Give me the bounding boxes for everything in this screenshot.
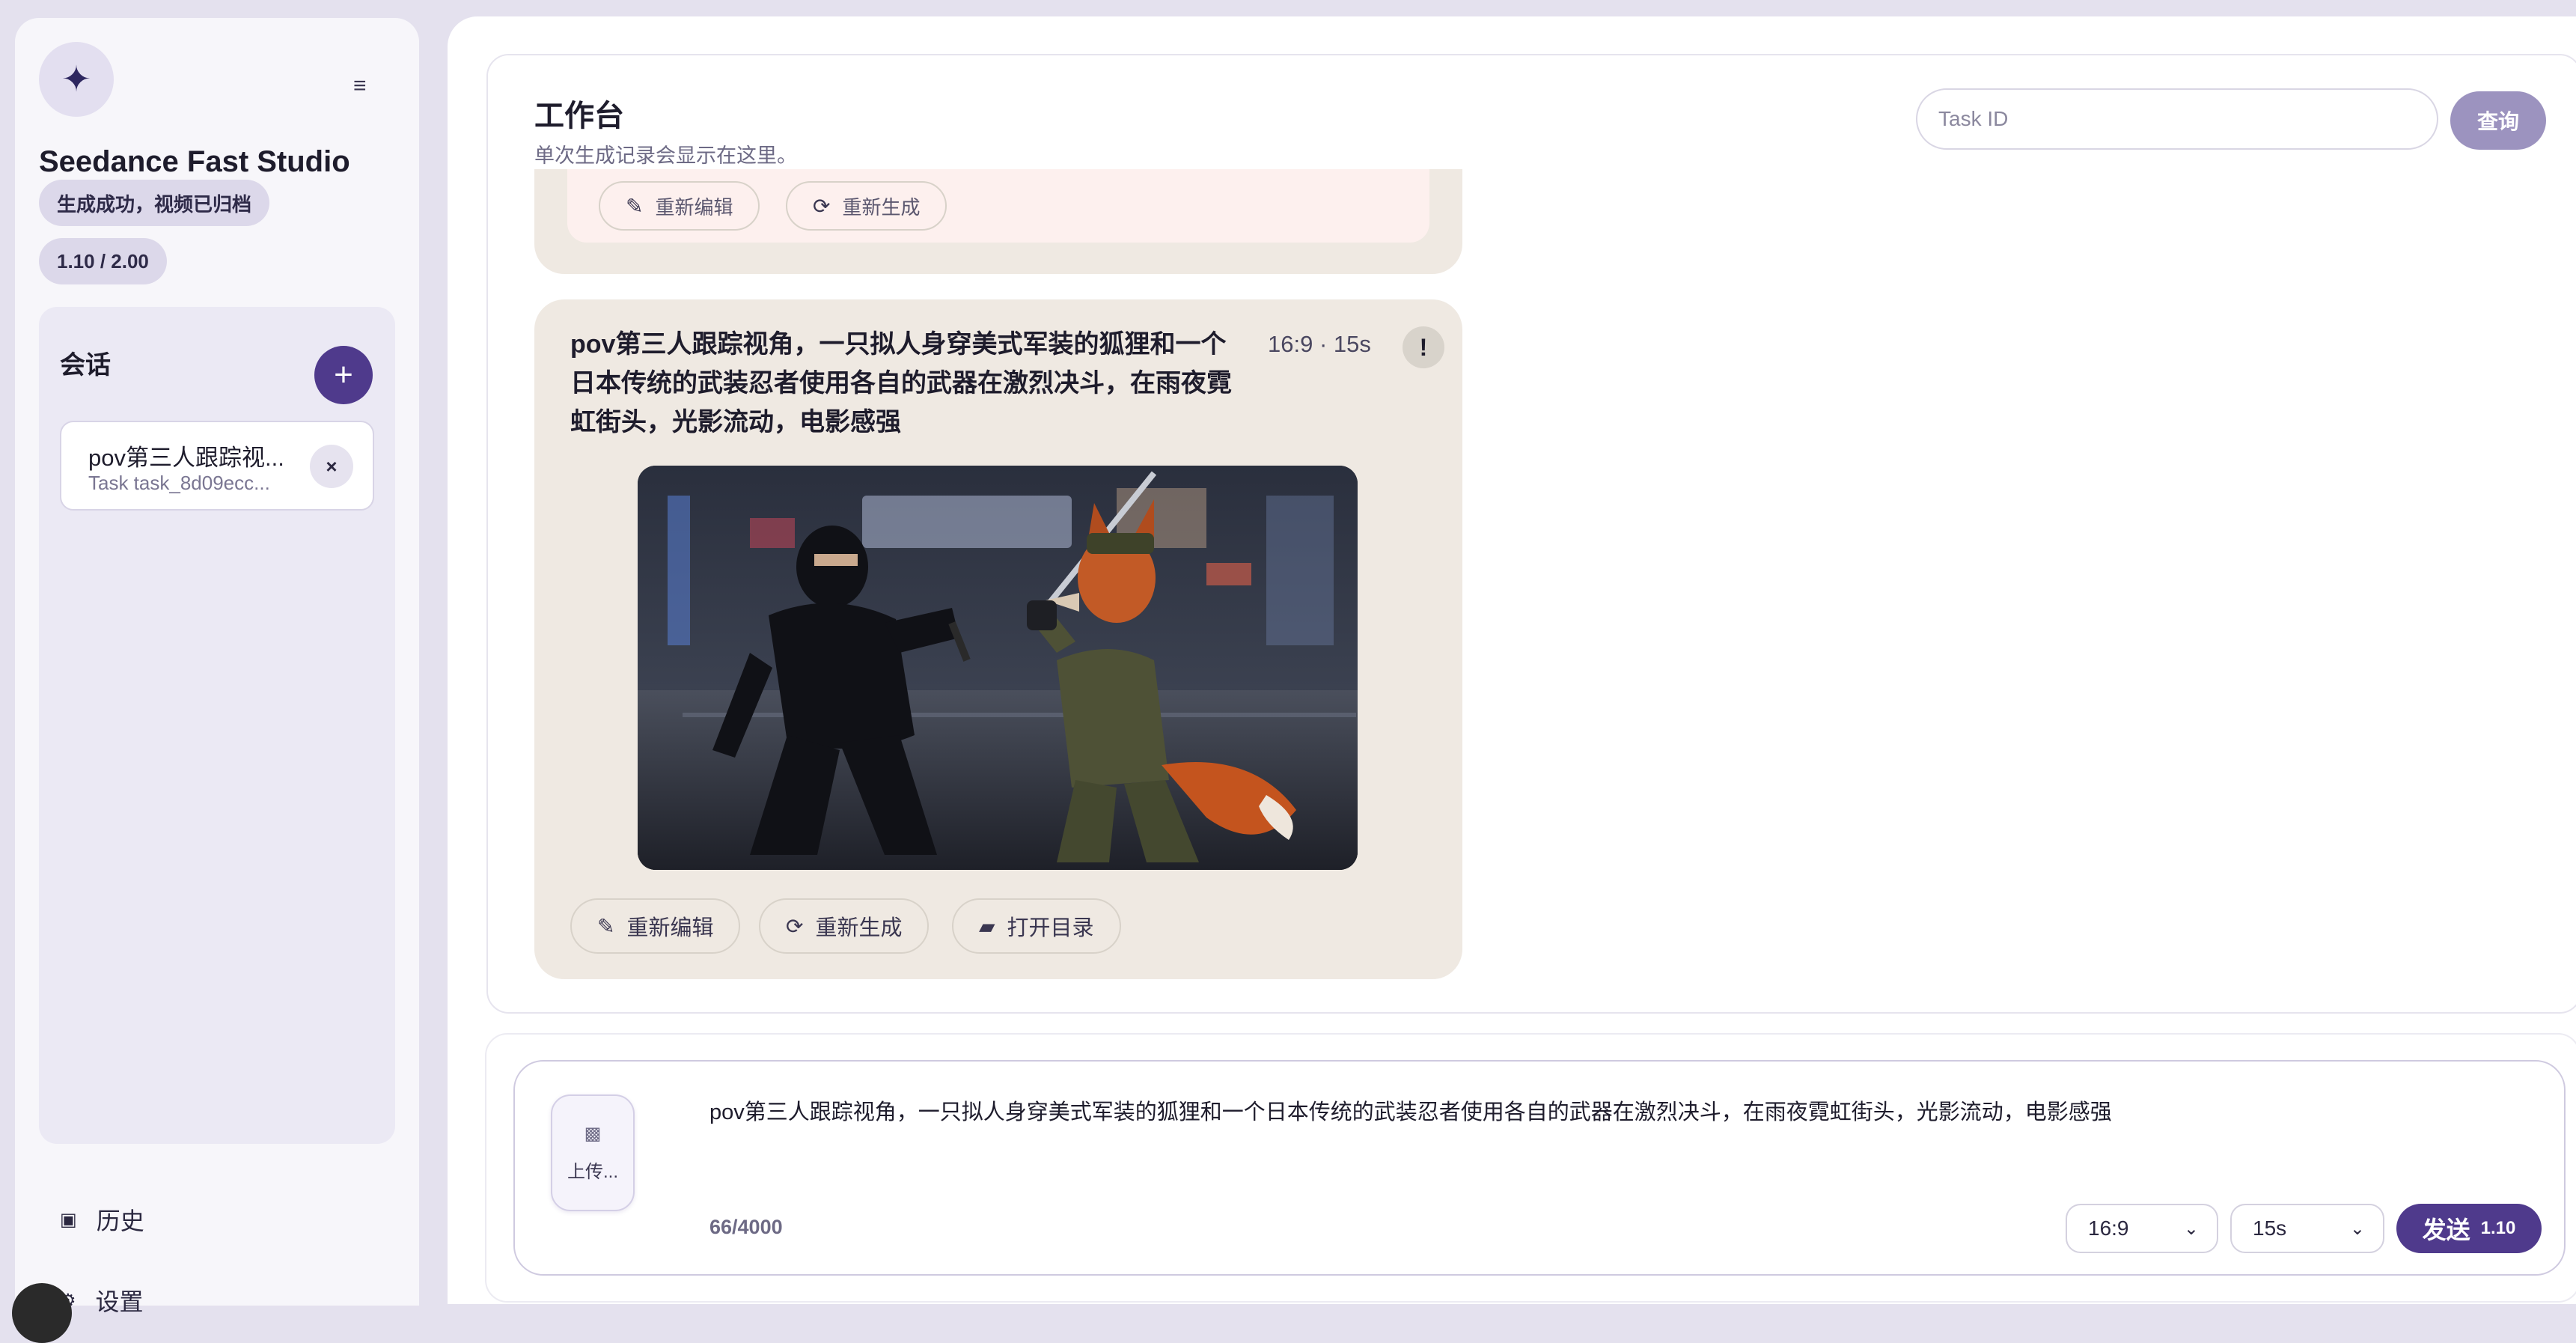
session-item-task-id: Task task_8d09ecc... [88, 472, 270, 494]
aspect-ratio-value: 16:9 [2088, 1216, 2129, 1240]
session-item-title: pov第三人跟踪视... [88, 445, 284, 471]
pencil-icon: ✎ [626, 194, 644, 218]
prompt-textarea[interactable]: pov第三人跟踪视角，一只拟人身穿美式军装的狐狸和一个日本传统的武装忍者使用各自… [709, 1097, 2506, 1127]
chevron-down-icon: ⌄ [2183, 1218, 2199, 1239]
duration-value: 15s [2253, 1216, 2287, 1240]
sidebar-item-history[interactable]: ▣ 历史 [60, 1202, 144, 1237]
sidebar-item-label: 历史 [96, 1208, 144, 1234]
video-frame-illustration [638, 466, 1358, 870]
upload-button[interactable]: ▩ 上传... [551, 1094, 635, 1211]
regenerate-label: 重新生成 [842, 195, 921, 219]
card-meta: 16:9 · 15s [1268, 331, 1371, 357]
aspect-ratio-select[interactable]: 16:9 ⌄ [2066, 1204, 2218, 1253]
send-button[interactable]: 发送 1.10 [2396, 1204, 2542, 1253]
history-icon: ▣ [60, 1209, 77, 1230]
page-title: 工作台 [534, 100, 624, 133]
char-counter: 66/4000 [709, 1216, 783, 1238]
sidebar-item-settings[interactable]: ⚙ 设置 [60, 1283, 144, 1318]
session-panel-title: 会话 [60, 351, 111, 380]
re-edit-button[interactable]: ✎ 重新编辑 [599, 181, 760, 231]
sidebar-item-label: 设置 [95, 1288, 144, 1315]
page-subtitle: 单次生成记录会显示在这里。 [534, 144, 797, 167]
open-folder-label: 打开目录 [1007, 916, 1094, 940]
re-edit-label: 重新编辑 [626, 916, 714, 940]
menu-icon[interactable]: ≡ [353, 75, 367, 97]
open-folder-button[interactable]: ▰ 打开目录 [952, 898, 1121, 954]
session-item[interactable]: pov第三人跟踪视... Task task_8d09ecc... × [60, 421, 374, 511]
sidebar: ✦ ≡ Seedance Fast Studio 生成成功，视频已归档 1.10… [12, 18, 419, 1343]
add-session-button[interactable]: + [314, 346, 373, 404]
workspace-panel: ✎ 重新编辑 ⟳ 重新生成 工作台 单次生成记录会显示在这里。 查询 pov第三… [486, 54, 2576, 1014]
video-thumbnail[interactable] [638, 466, 1358, 870]
status-badge: 生成成功，视频已归档 [39, 180, 270, 226]
app-title: Seedance Fast Studio [39, 145, 350, 178]
chevron-down-icon: ⌄ [2349, 1218, 2365, 1239]
send-label: 发送 [2422, 1216, 2470, 1243]
session-panel: 会话 + pov第三人跟踪视... Task task_8d09ecc... × [39, 307, 395, 1144]
re-edit-label: 重新编辑 [655, 195, 733, 219]
prompt-composer: ▩ 上传... pov第三人跟踪视角，一只拟人身穿美式军装的狐狸和一个日本传统的… [513, 1060, 2566, 1276]
alert-icon[interactable]: ! [1403, 326, 1444, 368]
sparkle-icon[interactable]: ✦ [39, 42, 114, 117]
regenerate-button[interactable]: ⟳ 重新生成 [786, 181, 947, 231]
folder-icon: ▰ [979, 914, 995, 938]
credits-badge: 1.10 / 2.00 [39, 238, 167, 284]
duration-select[interactable]: 15s ⌄ [2230, 1204, 2384, 1253]
upload-label: 上传... [567, 1162, 618, 1182]
close-icon[interactable]: × [310, 445, 353, 488]
image-icon: ▩ [584, 1124, 602, 1144]
refresh-icon: ⟳ [813, 194, 831, 218]
refresh-icon: ⟳ [786, 914, 804, 938]
result-card: pov第三人跟踪视角，一只拟人身穿美式军装的狐狸和一个日本传统的武装忍者使用各自… [534, 299, 1462, 979]
task-id-input[interactable] [1916, 88, 2438, 150]
regenerate-label: 重新生成 [815, 916, 903, 940]
pencil-icon: ✎ [597, 914, 615, 938]
send-cost: 1.10 [2480, 1218, 2516, 1238]
query-button[interactable]: 查询 [2450, 91, 2546, 150]
regenerate-button[interactable]: ⟳ 重新生成 [759, 898, 930, 954]
workspace-header: 工作台 单次生成记录会显示在这里。 查询 [488, 55, 2576, 169]
floating-avatar[interactable] [12, 1283, 72, 1343]
re-edit-button[interactable]: ✎ 重新编辑 [570, 898, 741, 954]
card-prompt: pov第三人跟踪视角，一只拟人身穿美式军装的狐狸和一个日本传统的武装忍者使用各自… [570, 330, 1232, 436]
